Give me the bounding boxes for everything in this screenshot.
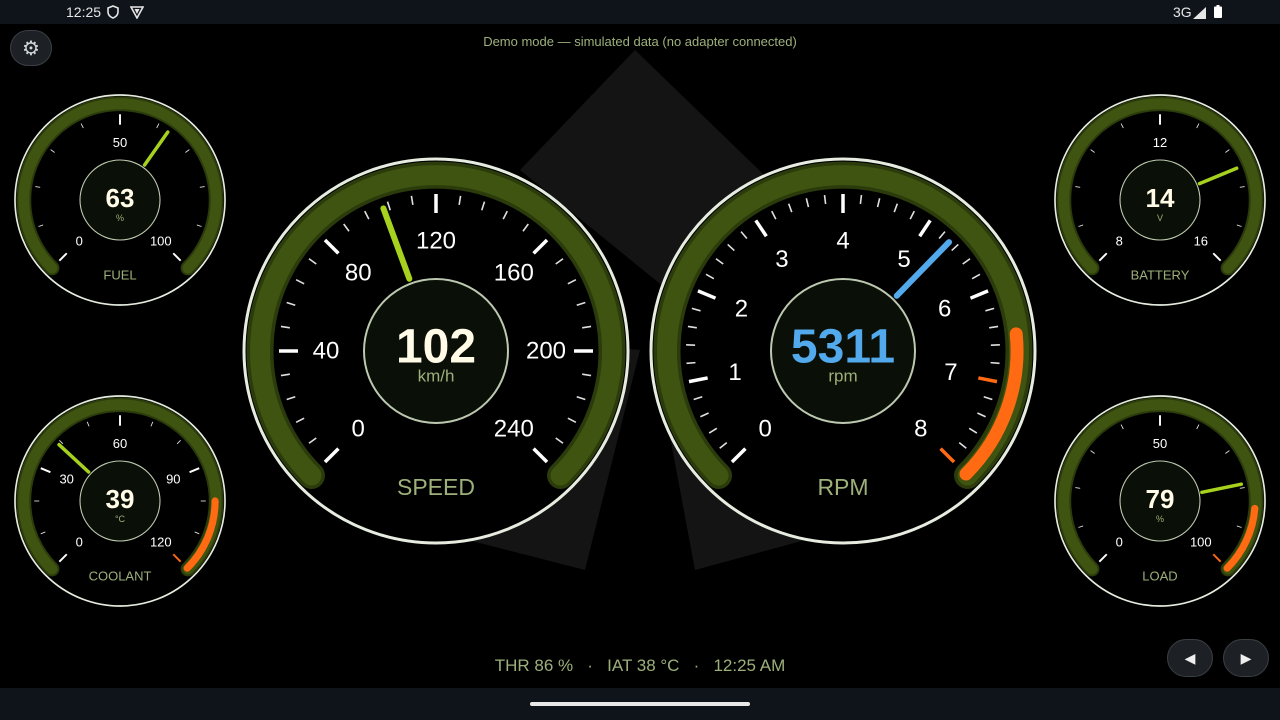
tick-label: 12 bbox=[1153, 135, 1167, 150]
tick-label: 80 bbox=[345, 260, 372, 287]
tick-label: 40 bbox=[313, 338, 340, 365]
tick-label: 0 bbox=[76, 534, 83, 549]
navigation-bar bbox=[0, 688, 1280, 720]
tick-label: 240 bbox=[494, 415, 534, 442]
gauge-unit: km/h bbox=[418, 367, 455, 386]
home-handle[interactable] bbox=[530, 702, 750, 706]
tick-label: 7 bbox=[944, 359, 957, 386]
gauge-title: LOAD bbox=[1142, 569, 1177, 584]
tick-label: 120 bbox=[416, 228, 456, 255]
tick-label: 1 bbox=[728, 359, 741, 386]
dashboard: 05010063%FUEL 030609012039°CCOOLANT 0408… bbox=[14, 50, 1266, 607]
tick-label: 16 bbox=[1194, 233, 1208, 248]
gauge-unit: °C bbox=[115, 514, 126, 524]
gauge-title: BATTERY bbox=[1131, 268, 1190, 283]
speed-gauge: 04080120160200240102km/hSPEED bbox=[242, 157, 630, 545]
gauge-title: COOLANT bbox=[89, 569, 152, 584]
footer-separator: · bbox=[693, 656, 700, 675]
tick-label: 100 bbox=[150, 233, 172, 248]
fuel-gauge: 0 50 100 63% FUEL bbox=[14, 94, 226, 306]
gauge-unit: % bbox=[116, 213, 124, 223]
tick-label: 90 bbox=[166, 471, 180, 486]
tick-label: 160 bbox=[494, 260, 534, 287]
gauge-title: SPEED bbox=[397, 474, 475, 500]
clock-readout: 12:25 AM bbox=[713, 656, 786, 675]
tick-label: 3 bbox=[775, 246, 788, 273]
minor-tick bbox=[823, 194, 827, 205]
footer-separator: · bbox=[587, 656, 593, 675]
tick-label: 50 bbox=[1153, 436, 1167, 451]
tick-label: 60 bbox=[113, 436, 127, 451]
tick-label: 8 bbox=[914, 415, 927, 442]
rpm-gauge: 0123456785311rpmRPM bbox=[649, 157, 1037, 545]
gauge-value: 79 bbox=[1146, 484, 1175, 514]
tick-label: 100 bbox=[1190, 534, 1212, 549]
next-icon: ▶ bbox=[1240, 649, 1252, 666]
previous-icon: ◀ bbox=[1184, 649, 1196, 666]
intake-temp-readout: IAT 38 °C bbox=[607, 656, 680, 675]
gauge-unit: V bbox=[1157, 213, 1163, 223]
gauge-value: 63 bbox=[106, 183, 135, 213]
tick-label: 6 bbox=[938, 295, 951, 322]
tick-label: 2 bbox=[735, 295, 748, 322]
tick-label: 4 bbox=[836, 228, 849, 255]
gauge-unit: rpm bbox=[828, 367, 857, 386]
tick-label: 0 bbox=[76, 233, 83, 248]
tick-label: 0 bbox=[759, 415, 772, 442]
tick-label: 5 bbox=[897, 246, 910, 273]
tick-label: 200 bbox=[526, 338, 566, 365]
footer-readout: THR 86 % · IAT 38 °C · 12:25 AM bbox=[0, 656, 1280, 676]
tick-label: 0 bbox=[1116, 534, 1123, 549]
previous-page-button[interactable]: ◀ bbox=[1167, 639, 1213, 677]
next-page-button[interactable]: ▶ bbox=[1223, 639, 1269, 677]
load-gauge: 0 50 100 79% LOAD bbox=[1054, 395, 1266, 607]
tick-label: 30 bbox=[59, 471, 73, 486]
gauge-value: 39 bbox=[106, 484, 135, 514]
demo-mode-banner: Demo mode — simulated data (no adapter c… bbox=[483, 34, 797, 49]
coolant-gauge: 0 30 60 90 120 39°C COOLANT bbox=[14, 395, 226, 607]
gauge-unit: % bbox=[1156, 514, 1164, 524]
gauge-title: FUEL bbox=[103, 268, 136, 283]
minor-tick bbox=[990, 361, 1000, 365]
tick-label: 8 bbox=[1116, 233, 1123, 248]
gauge-title: RPM bbox=[817, 474, 868, 500]
tick-label: 50 bbox=[113, 135, 127, 150]
minor-tick bbox=[859, 194, 863, 205]
tick-label: 120 bbox=[150, 534, 172, 549]
minor-tick bbox=[686, 361, 696, 365]
battery-gauge: 8 12 16 14V BATTERY bbox=[1054, 94, 1266, 306]
gauge-value: 14 bbox=[1146, 183, 1175, 213]
tick-label: 0 bbox=[352, 415, 365, 442]
throttle-readout: THR 86 % bbox=[494, 656, 574, 675]
